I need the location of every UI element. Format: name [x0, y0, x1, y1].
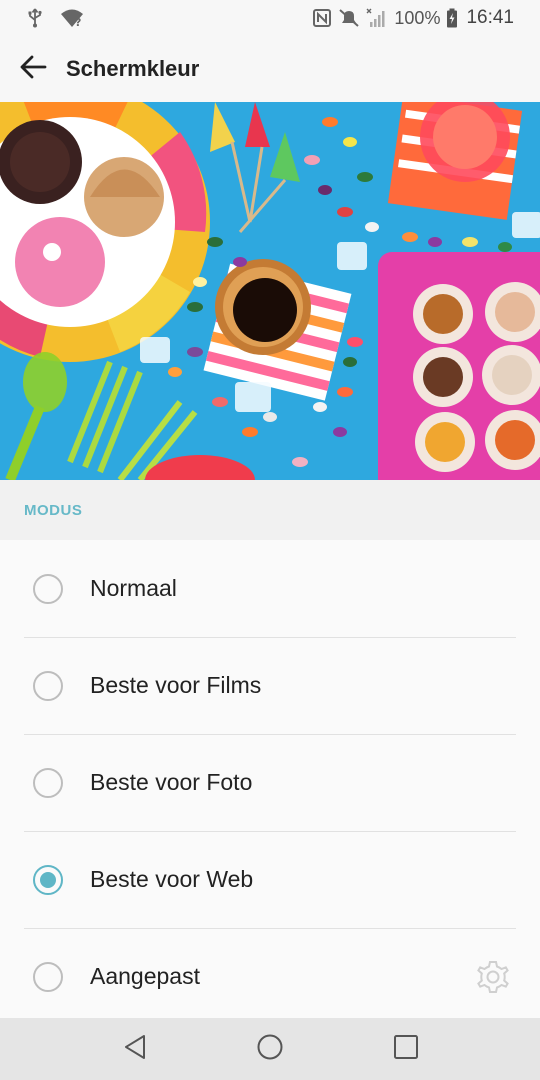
battery-icon [446, 8, 458, 28]
radio-button[interactable] [33, 767, 63, 798]
radio-button-selected[interactable] [33, 864, 63, 895]
mode-options-list: Normaal Beste voor Films Beste voor Foto… [0, 540, 540, 1018]
option-foto[interactable]: Beste voor Foto [0, 734, 540, 831]
option-web[interactable]: Beste voor Web [0, 831, 540, 928]
nav-recents-button[interactable] [366, 1018, 446, 1080]
usb-icon [26, 8, 44, 28]
option-label: Aangepast [90, 963, 200, 989]
clock: 16:41 [466, 7, 514, 28]
home-circle-icon [256, 1033, 284, 1066]
section-header: MODUS [0, 480, 540, 540]
preview-image [0, 102, 540, 480]
navigation-bar [0, 1018, 540, 1080]
radio-button[interactable] [33, 670, 63, 701]
option-normaal[interactable]: Normaal [0, 540, 540, 637]
back-triangle-icon [122, 1033, 148, 1066]
signal-icon [366, 8, 388, 28]
option-films[interactable]: Beste voor Films [0, 637, 540, 734]
option-label: Beste voor Web [90, 866, 254, 892]
option-label: Beste voor Films [90, 672, 262, 698]
recents-square-icon [393, 1034, 419, 1065]
battery-percentage: 100% [394, 7, 441, 28]
svg-text:?: ? [75, 16, 81, 28]
nav-back-button[interactable] [95, 1018, 175, 1080]
mute-icon [338, 8, 360, 28]
radio-button[interactable] [33, 573, 63, 604]
nav-home-button[interactable] [230, 1018, 310, 1080]
nfc-icon [312, 8, 332, 28]
app-bar: Schermkleur [0, 36, 540, 102]
option-label: Beste voor Foto [90, 769, 253, 795]
status-right: 100% 16:41 [312, 7, 514, 29]
status-left: ? [26, 8, 84, 28]
wifi-question-icon: ? [60, 8, 84, 28]
radio-button[interactable] [33, 961, 63, 992]
option-aangepast[interactable]: Aangepast [0, 928, 540, 1025]
back-button[interactable] [0, 36, 66, 102]
arrow-left-icon [19, 53, 47, 86]
status-bar: ? 100% 16:41 [0, 0, 540, 36]
page-title: Schermkleur [66, 56, 200, 81]
option-label: Normaal [90, 575, 177, 601]
gear-icon[interactable] [474, 958, 512, 996]
section-label: MODUS [24, 501, 83, 519]
